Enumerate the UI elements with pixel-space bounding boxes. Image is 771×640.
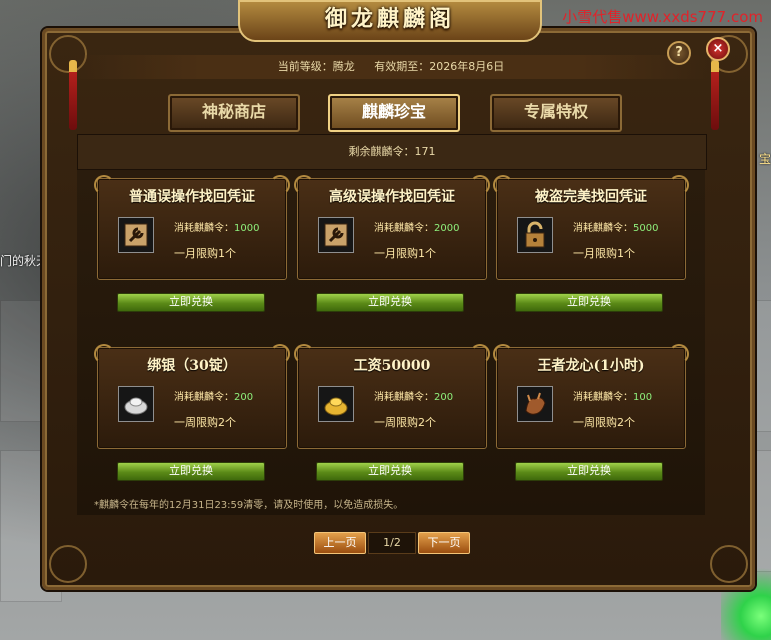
- tab-qilin-treasure[interactable]: 麒麟珍宝: [328, 94, 460, 132]
- cost-value: 200: [434, 392, 454, 403]
- tab-bar: 神秘商店 麒麟珍宝 专属特权: [0, 94, 771, 132]
- help-button[interactable]: ?: [667, 41, 691, 65]
- shop-item-card: 工资50000 消耗麒麟令：200 一周限购2个: [294, 344, 490, 449]
- prev-page-button[interactable]: 上一页: [314, 532, 366, 554]
- purchase-limit: 一周限购2个: [374, 416, 436, 429]
- shop-item-card: 被盗完美找回凭证 消耗麒麟令：5000 一月限购1个: [493, 175, 689, 280]
- expiry-date: 有效期至：2026年8月6日: [374, 60, 505, 73]
- item-cost: 消耗麒麟令：200: [374, 388, 453, 403]
- tab-mystery-shop[interactable]: 神秘商店: [168, 94, 300, 132]
- item-cost: 消耗麒麟令：2000: [374, 219, 459, 234]
- dragon-heart-icon[interactable]: [517, 386, 553, 422]
- cost-value: 100: [633, 392, 653, 403]
- silver-ingot-icon[interactable]: [118, 386, 154, 422]
- padlock-icon[interactable]: [517, 217, 553, 253]
- item-cost: 消耗麒麟令：100: [573, 388, 652, 403]
- next-page-button[interactable]: 下一页: [418, 532, 470, 554]
- redeem-button[interactable]: 立即兑换: [515, 462, 663, 481]
- item-title: 高级误操作找回凭证: [329, 189, 455, 205]
- purchase-limit: 一周限购2个: [174, 416, 236, 429]
- membership-info-bar: 当前等级：腾龙 有效期至：2026年8月6日: [74, 55, 708, 79]
- redeem-button[interactable]: 立即兑换: [316, 462, 464, 481]
- redeem-button[interactable]: 立即兑换: [117, 462, 265, 481]
- purchase-limit: 一月限购1个: [174, 247, 236, 260]
- item-cost: 消耗麒麟令：1000: [174, 219, 259, 234]
- window-title-plate: 御龙麒麟阁: [238, 0, 542, 42]
- cost-label: 消耗麒麟令：: [374, 392, 434, 403]
- purchase-limit: 一月限购1个: [374, 247, 436, 260]
- wrench-scroll-icon[interactable]: [318, 217, 354, 253]
- item-title: 普通误操作找回凭证: [129, 189, 255, 205]
- cost-label: 消耗麒麟令：: [174, 392, 234, 403]
- npc-name-fragment: 宝: [758, 152, 771, 166]
- token-balance: 剩余麒麟令：171: [77, 134, 707, 170]
- cost-value: 1000: [234, 223, 260, 234]
- cost-value: 2000: [434, 223, 460, 234]
- window-title: 御龙麒麟阁: [324, 6, 455, 32]
- shop-item-card: 绑银（30锭） 消耗麒麟令：200 一周限购2个: [94, 344, 290, 449]
- purchase-limit: 一月限购1个: [573, 247, 635, 260]
- item-cost: 消耗麒麟令：200: [174, 388, 253, 403]
- corner-ornament: [710, 545, 748, 583]
- watermark-text: 小雪代售www.xxds777.com: [562, 8, 763, 26]
- close-button[interactable]: ×: [706, 37, 730, 61]
- cost-value: 5000: [633, 223, 659, 234]
- item-title: 绑银（30锭）: [147, 358, 237, 374]
- redeem-button[interactable]: 立即兑换: [316, 293, 464, 312]
- redeem-button[interactable]: 立即兑换: [117, 293, 265, 312]
- reset-notice: *麒麟令在每年的12月31日23:59清零，请及时使用，以免造成损失。: [94, 500, 404, 511]
- item-cost: 消耗麒麟令：5000: [573, 219, 658, 234]
- pagination: 上一页 1/2 下一页: [314, 532, 474, 554]
- page-indicator: 1/2: [368, 532, 416, 554]
- player-name-label: 门的秋天: [0, 254, 49, 268]
- gold-ingot-icon[interactable]: [318, 386, 354, 422]
- wrench-scroll-icon[interactable]: [118, 217, 154, 253]
- cost-label: 消耗麒麟令：: [174, 223, 234, 234]
- item-title: 被盗完美找回凭证: [535, 189, 647, 205]
- item-title: 王者龙心(1小时): [537, 358, 645, 374]
- shop-item-card: 高级误操作找回凭证 消耗麒麟令：2000 一月限购1个: [294, 175, 490, 280]
- purchase-limit: 一周限购2个: [573, 416, 635, 429]
- shop-item-card: 王者龙心(1小时) 消耗麒麟令：100 一周限购2个: [493, 344, 689, 449]
- shop-item-card: 普通误操作找回凭证 消耗麒麟令：1000 一月限购1个: [94, 175, 290, 280]
- tab-exclusive-privileges[interactable]: 专属特权: [490, 94, 622, 132]
- cost-value: 200: [234, 392, 254, 403]
- corner-ornament: [49, 545, 87, 583]
- cost-label: 消耗麒麟令：: [573, 392, 633, 403]
- redeem-button[interactable]: 立即兑换: [515, 293, 663, 312]
- cost-label: 消耗麒麟令：: [374, 223, 434, 234]
- current-level: 当前等级：腾龙: [277, 60, 355, 73]
- item-title: 工资50000: [353, 358, 431, 374]
- cost-label: 消耗麒麟令：: [573, 223, 633, 234]
